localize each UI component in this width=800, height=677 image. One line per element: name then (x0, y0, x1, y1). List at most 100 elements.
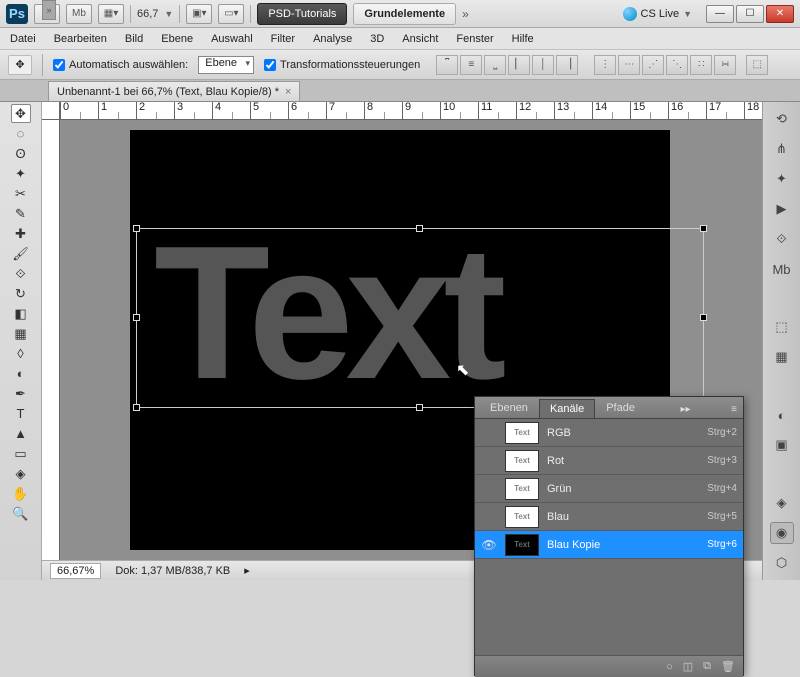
status-doc-size[interactable]: Dok: 1,37 MB/838,7 KB (115, 565, 230, 577)
minibridge-icon[interactable]: Mb (66, 4, 92, 24)
transform-handle[interactable] (416, 404, 423, 411)
eyedropper-tool[interactable]: ✎ (11, 204, 31, 223)
menu-datei[interactable]: Datei (10, 33, 36, 45)
hand-tool[interactable]: ✋ (11, 484, 31, 503)
visibility-icon[interactable]: 👁 (481, 537, 497, 553)
save-selection-icon[interactable]: ◫ (683, 660, 693, 673)
menu-hilfe[interactable]: Hilfe (512, 33, 534, 45)
distribute-icon[interactable]: ∷ (690, 55, 712, 75)
tab-pfade[interactable]: Pfade (595, 398, 646, 418)
swatches-icon[interactable]: ▦ (770, 346, 794, 368)
ruler-vertical[interactable] (42, 120, 60, 560)
clone-icon[interactable]: ⟐ (770, 228, 794, 250)
brushes-icon[interactable]: ▶ (770, 198, 794, 220)
status-more-icon[interactable]: ▸ (244, 564, 250, 577)
visibility-icon[interactable] (481, 481, 497, 497)
panel-menu-icon[interactable]: ≡ (725, 401, 743, 418)
distribute-icon[interactable]: ⋯ (618, 55, 640, 75)
menu-3d[interactable]: 3D (370, 33, 384, 45)
screen-mode-icon[interactable]: ▭▾ (218, 4, 244, 24)
transform-handle[interactable] (700, 225, 707, 232)
transform-controls-input[interactable] (264, 59, 276, 71)
arrange-docs-icon[interactable]: ▣▾ (186, 4, 212, 24)
wand-tool[interactable]: ✦ (11, 164, 31, 183)
eraser-tool[interactable]: ◧ (11, 304, 31, 323)
visibility-icon[interactable] (481, 425, 497, 441)
adjustments-icon[interactable]: ◐ (770, 404, 794, 426)
align-bottom-icon[interactable]: ⎵ (484, 55, 506, 75)
menu-ansicht[interactable]: Ansicht (402, 33, 438, 45)
panel-collapse-icon[interactable]: ▸▸ (675, 401, 697, 418)
paths-icon[interactable]: ⬡ (770, 552, 794, 574)
photoshop-logo[interactable]: Ps (6, 4, 28, 24)
transform-controls-checkbox[interactable]: Transformationssteuerungen (264, 59, 420, 71)
lasso-tool[interactable]: ʘ (11, 144, 31, 163)
channels-panel[interactable]: Ebenen Kanäle Pfade ▸▸ ≡ TextRGBStrg+2Te… (474, 396, 744, 676)
workspace-active[interactable]: PSD-Tutorials (257, 3, 347, 25)
path-select-tool[interactable]: ▲ (11, 424, 31, 443)
load-selection-icon[interactable]: ○ (666, 661, 673, 673)
align-vcenter-icon[interactable]: ≡ (460, 55, 482, 75)
tab-ebenen[interactable]: Ebenen (479, 398, 539, 418)
menu-bild[interactable]: Bild (125, 33, 143, 45)
color-icon[interactable]: ⬚ (770, 316, 794, 338)
gradient-tool[interactable]: ▦ (11, 324, 31, 343)
layers-icon[interactable]: ◈ (770, 492, 794, 514)
workspace-more-icon[interactable]: » (462, 7, 469, 21)
channel-row[interactable]: TextGrünStrg+4 (475, 475, 743, 503)
transform-handle[interactable] (700, 314, 707, 321)
close-button[interactable]: ✕ (766, 5, 794, 23)
document-tab[interactable]: Unbenannt-1 bei 66,7% (Text, Blau Kopie/… (48, 81, 300, 101)
delete-channel-icon[interactable]: 🗑 (721, 660, 735, 673)
history-brush-tool[interactable]: ↻ (11, 284, 31, 303)
tab-kanaele[interactable]: Kanäle (539, 399, 595, 418)
status-zoom[interactable]: 66,67% (50, 563, 101, 579)
brush-tool[interactable]: 🖌 (11, 244, 31, 263)
collapse-icon[interactable]: » (42, 0, 56, 20)
menu-fenster[interactable]: Fenster (456, 33, 493, 45)
chevron-down-icon[interactable]: ▼ (164, 9, 173, 19)
pen-tool[interactable]: ✒ (11, 384, 31, 403)
masks-icon[interactable]: ▣ (770, 434, 794, 456)
menu-bearbeiten[interactable]: Bearbeiten (54, 33, 107, 45)
menu-ebene[interactable]: Ebene (161, 33, 193, 45)
channel-row[interactable]: TextRotStrg+3 (475, 447, 743, 475)
distribute-icon[interactable]: ⋱ (666, 55, 688, 75)
crop-tool[interactable]: ✂ (11, 184, 31, 203)
channels-icon[interactable]: ◉ (770, 522, 794, 544)
move-tool[interactable]: ✥ (11, 104, 31, 123)
distribute-icon[interactable]: ∺ (714, 55, 736, 75)
transform-handle[interactable] (416, 225, 423, 232)
new-channel-icon[interactable]: ⧉ (703, 660, 711, 673)
visibility-icon[interactable] (481, 453, 497, 469)
ruler-origin[interactable] (42, 102, 60, 120)
close-tab-icon[interactable]: × (285, 86, 291, 98)
blur-tool[interactable]: ◊ (11, 344, 31, 363)
align-hcenter-icon[interactable]: │ (532, 55, 554, 75)
menu-filter[interactable]: Filter (271, 33, 295, 45)
distribute-icon[interactable]: ⋰ (642, 55, 664, 75)
transform-handle[interactable] (133, 404, 140, 411)
auto-select-mode[interactable]: Ebene (198, 56, 254, 74)
channel-row[interactable]: TextBlauStrg+5 (475, 503, 743, 531)
align-top-icon[interactable]: ⎴ (436, 55, 458, 75)
zoom-level[interactable]: 66,7 (137, 8, 158, 20)
stamp-tool[interactable]: ⟐ (11, 264, 31, 283)
ruler-horizontal[interactable]: 012345678910111213141516171819 (60, 102, 762, 120)
history-icon[interactable]: ⟲ (770, 108, 794, 130)
auto-align-icon[interactable]: ⬚ (746, 55, 768, 75)
channel-row[interactable]: TextRGBStrg+2 (475, 419, 743, 447)
align-left-icon[interactable]: ▏ (508, 55, 530, 75)
auto-select-checkbox[interactable]: Automatisch auswählen: (53, 59, 188, 71)
minimize-button[interactable]: — (706, 5, 734, 23)
workspace-other[interactable]: Grundelemente (353, 3, 456, 25)
heal-tool[interactable]: ✚ (11, 224, 31, 243)
auto-select-input[interactable] (53, 59, 65, 71)
mb-icon[interactable]: Mb (770, 258, 794, 280)
distribute-icon[interactable]: ⋮ (594, 55, 616, 75)
align-right-icon[interactable]: ▕ (556, 55, 578, 75)
transform-handle[interactable] (133, 225, 140, 232)
transform-bounds[interactable] (136, 228, 704, 408)
cs-live[interactable]: CS Live ▼ (623, 7, 692, 21)
type-tool[interactable]: T (11, 404, 31, 423)
